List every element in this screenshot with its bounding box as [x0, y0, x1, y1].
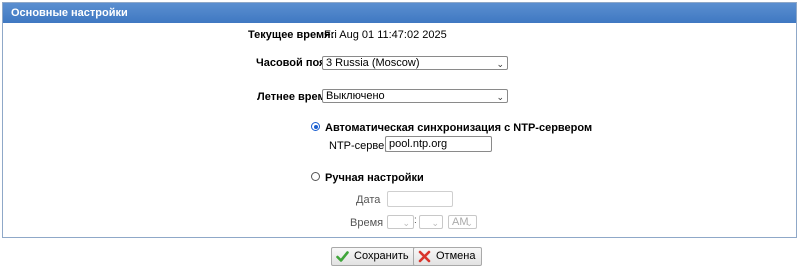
manual-settings-radio[interactable]	[311, 172, 320, 181]
current-time-value: Fri Aug 01 11:47:02 2025	[324, 29, 447, 41]
ampm-select[interactable]: AM ⌄	[448, 215, 477, 229]
chevron-down-icon: ⌄	[402, 218, 410, 228]
ntp-server-value: pool.ntp.org	[389, 138, 448, 150]
hour-select[interactable]: ⌄	[387, 215, 414, 229]
save-button[interactable]: Сохранить	[331, 247, 416, 266]
panel-title: Основные настройки	[3, 3, 796, 23]
close-icon	[418, 250, 431, 263]
dst-selected-value: Выключено	[326, 90, 385, 102]
chevron-down-icon: ⌄	[496, 92, 504, 102]
ntp-sync-radio[interactable]	[311, 122, 320, 131]
dst-select[interactable]: Выключено ⌄	[322, 89, 508, 103]
chevron-down-icon: ⌄	[496, 59, 504, 69]
ntp-server-label: NTP-сервер:	[329, 140, 394, 152]
cancel-button[interactable]: Отмена	[413, 247, 483, 266]
timezone-select[interactable]: 3 Russia (Moscow) ⌄	[322, 56, 508, 70]
minute-select[interactable]: ⌄	[419, 215, 443, 229]
save-button-label: Сохранить	[354, 250, 409, 262]
time-label: Время	[350, 217, 384, 229]
current-time-label: Текущее время:	[248, 29, 335, 41]
cancel-button-label: Отмена	[436, 250, 476, 262]
date-input[interactable]	[387, 191, 453, 207]
chevron-down-icon: ⌄	[431, 218, 439, 228]
date-label: Дата	[356, 194, 381, 206]
chevron-down-icon: ⌄	[465, 218, 473, 228]
checkmark-icon	[336, 251, 349, 262]
manual-settings-label[interactable]: Ручная настройки	[325, 172, 424, 184]
ntp-server-input[interactable]: pool.ntp.org	[385, 136, 492, 152]
ntp-sync-label[interactable]: Автоматическая синхронизация с NTP-серве…	[325, 122, 592, 134]
time-separator: :	[414, 215, 417, 226]
timezone-selected-value: 3 Russia (Moscow)	[326, 57, 420, 69]
